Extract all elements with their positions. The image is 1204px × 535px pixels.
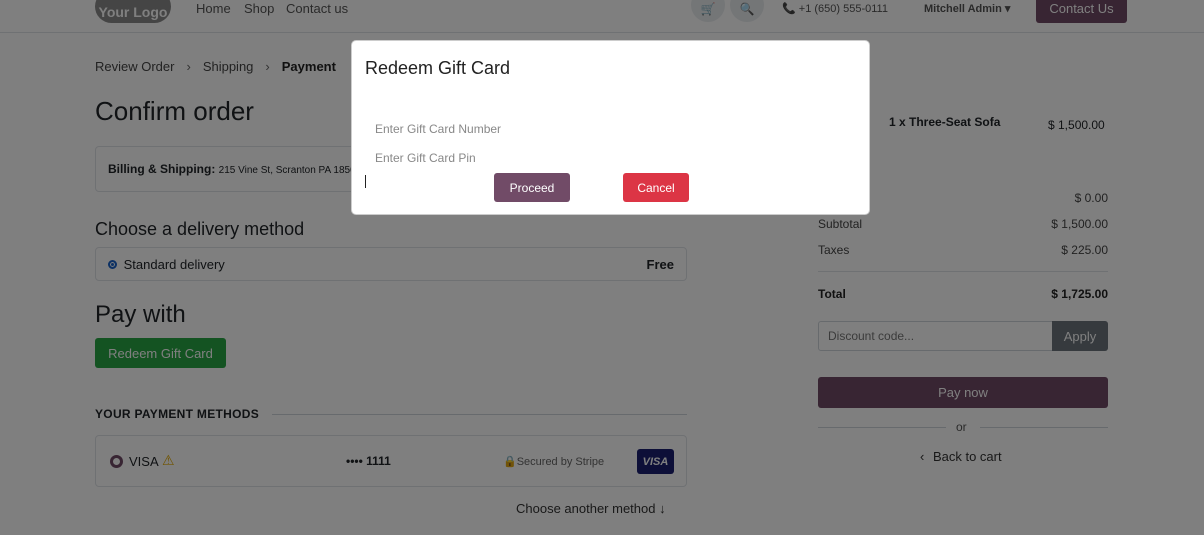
cancel-button[interactable]: Cancel: [623, 173, 689, 202]
gift-card-number-input[interactable]: [365, 118, 665, 140]
redeem-gift-card-modal: Redeem Gift Card Proceed Cancel: [351, 40, 870, 215]
proceed-button[interactable]: Proceed: [494, 173, 570, 202]
modal-title: Redeem Gift Card: [365, 58, 511, 78]
gift-card-pin-input[interactable]: [365, 147, 665, 169]
text-cursor: [365, 175, 366, 188]
